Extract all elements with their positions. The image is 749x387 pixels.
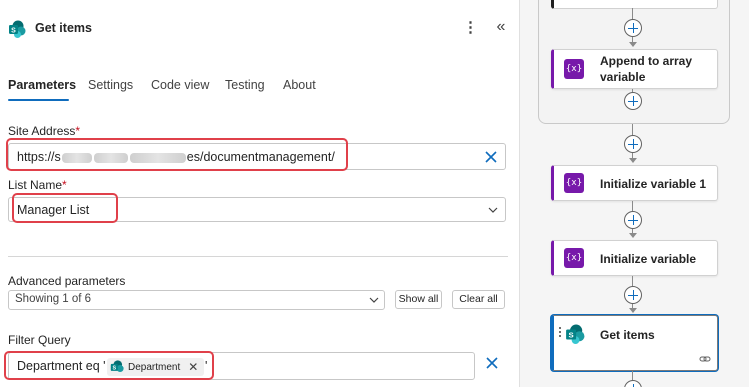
required-marker: * [62,178,67,192]
connector-line [632,201,633,211]
drag-handle-icon[interactable] [558,326,562,338]
chevron-down-icon [488,207,498,213]
clear-icon[interactable] [483,149,499,165]
show-all-button[interactable]: Show all [395,290,442,309]
variable-icon: {x} [564,59,584,79]
sharepoint-icon: S [566,324,585,344]
required-marker: * [75,124,81,138]
tab-parameters[interactable]: Parameters [8,78,76,92]
link-icon [699,356,711,362]
action-card-label: Append to array variable [600,54,693,84]
list-name-dropdown[interactable]: Manager List [8,197,506,222]
filter-query-suffix: ' [205,359,208,373]
svg-text:S: S [112,366,116,372]
clear-icon[interactable] [484,355,500,371]
add-action-button[interactable] [624,135,642,153]
action-card-label: Initialize variable 1 [600,177,707,191]
site-address-label: Site Address* [8,124,80,138]
tab-code-view[interactable]: Code view [151,78,209,92]
svg-text:S: S [569,331,574,340]
previous-action-card[interactable] [551,0,718,9]
site-address-label-text: Site Address [8,124,76,138]
variable-icon: {x} [564,173,584,193]
tab-about[interactable]: About [283,78,316,92]
action-card-initialize-variable-1[interactable]: {x} Initialize variable 1 [551,165,718,201]
list-name-label: List Name* [8,178,67,192]
tab-settings[interactable]: Settings [88,78,133,92]
site-address-value-prefix: https://s [17,150,61,164]
advanced-parameters-value: Showing 1 of 6 [15,293,92,305]
sharepoint-icon: S [110,360,124,373]
connector-arrow [629,233,637,238]
active-tab-indicator [8,99,69,101]
add-action-button[interactable] [624,286,642,304]
site-address-input[interactable]: https://s es/documentmanagement/ [8,143,506,170]
action-details-panel: S Get items ⋮ « Parameters Settings Code… [0,0,520,387]
tab-bar: Parameters Settings Code view Testing Ab… [0,72,519,104]
panel-title: Get items [35,21,92,35]
connector-arrow [629,158,637,163]
chevron-down-icon [369,297,379,303]
add-action-button[interactable] [624,211,642,229]
connector-arrow [629,308,637,313]
add-action-button[interactable] [624,380,642,387]
more-options-button[interactable]: ⋮ [463,18,478,38]
advanced-parameters-label: Advanced parameters [8,274,126,288]
redacted-text [93,152,128,163]
filter-query-label: Filter Query [8,333,71,347]
action-card-append-to-array-variable[interactable]: {x} Append to array variable [551,49,718,89]
clear-all-button[interactable]: Clear all [452,290,505,309]
site-address-value: https://s es/documentmanagement/ [17,150,335,164]
connector-line [632,124,633,135]
collapse-panel-button[interactable]: « [493,17,509,37]
redacted-text [129,152,186,163]
connector-line [632,276,633,286]
action-card-label: Initialize variable [600,252,697,266]
variable-icon: {x} [564,248,584,268]
filter-query-prefix: Department eq ' [17,359,106,373]
advanced-parameters-dropdown[interactable]: Showing 1 of 6 [8,290,385,310]
action-card-get-items[interactable]: S Get items [551,315,718,371]
action-card-initialize-variable[interactable]: {x} Initialize variable [551,240,718,276]
svg-text:S: S [11,27,16,34]
flow-designer-canvas: {x} Append to array variable {x} Initial… [521,0,749,387]
tab-testing[interactable]: Testing [225,78,265,92]
section-divider [8,256,508,257]
site-address-value-suffix: es/documentmanagement/ [186,150,335,164]
token-label: Department [128,361,181,373]
add-action-button[interactable] [624,19,642,37]
action-card-label: Get items [600,328,655,342]
list-name-label-text: List Name [8,178,63,192]
filter-query-input[interactable]: Department eq ' S Department ✕ ' [8,352,475,380]
dynamic-content-token[interactable]: S Department ✕ [107,358,205,376]
add-action-button[interactable] [624,92,642,110]
panel-header: S Get items ⋮ « [0,0,519,58]
connector-arrow [629,42,637,47]
redacted-text [61,152,92,163]
remove-token-icon[interactable]: ✕ [188,360,198,374]
list-name-value: Manager List [17,203,90,217]
sharepoint-icon: S [9,20,26,38]
